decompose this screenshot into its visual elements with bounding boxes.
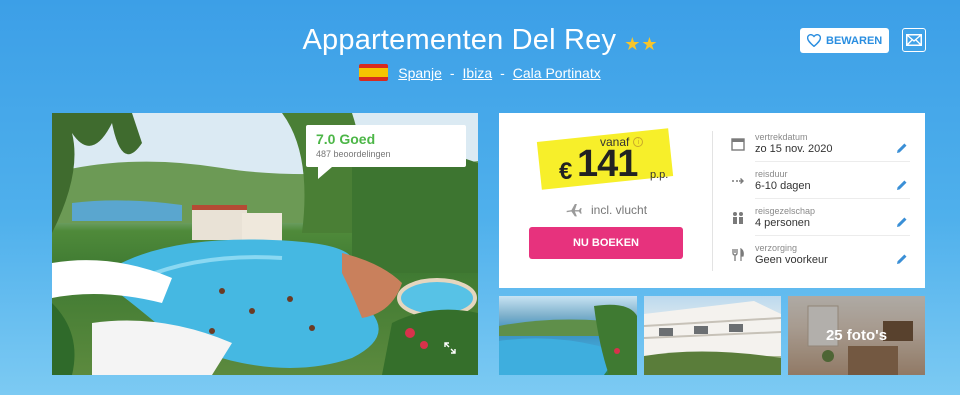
edit-pencil-icon[interactable]	[896, 179, 908, 191]
star-icon: ★	[624, 33, 641, 54]
rating-score: 7.0 Goed	[316, 131, 376, 147]
spain-flag-icon	[359, 64, 389, 81]
duration-arrow-icon	[732, 178, 744, 184]
review-count: 487 beoordelingen	[316, 149, 391, 159]
detail-value: Geen voorkeur	[755, 254, 828, 266]
save-button[interactable]: BEWAREN	[800, 28, 889, 53]
detail-label: reisduur	[755, 169, 788, 179]
gallery-thumbnail[interactable]	[644, 296, 781, 375]
expand-icon[interactable]	[444, 342, 456, 354]
detail-label: reisgezelschap	[755, 206, 816, 216]
heart-icon	[807, 34, 821, 47]
detail-departure-date[interactable]: vertrekdatum zo 15 nov. 2020	[731, 132, 911, 166]
includes-flight: incl. vlucht	[565, 202, 647, 217]
page-title: Appartementen Del Rey	[302, 24, 617, 56]
edit-pencil-icon[interactable]	[896, 216, 908, 228]
star-icon: ★	[641, 33, 658, 54]
breadcrumb-separator: -	[500, 64, 505, 81]
detail-label: vertrekdatum	[755, 132, 808, 142]
edit-pencil-icon[interactable]	[896, 142, 908, 154]
cutlery-icon	[732, 248, 744, 261]
detail-value: 6-10 dagen	[755, 180, 811, 192]
photo-count-overlay[interactable]: 25 foto's	[788, 296, 925, 375]
breadcrumb-island-link[interactable]: Ibiza	[463, 65, 493, 81]
price-amount: 141	[577, 143, 638, 185]
price-suffix: p.p.	[650, 169, 669, 181]
gallery-thumbnail[interactable]: 25 foto's	[788, 296, 925, 375]
detail-label: verzorging	[755, 243, 798, 253]
detail-travel-party[interactable]: reisgezelschap 4 personen	[731, 206, 911, 240]
email-share-button[interactable]	[902, 28, 926, 52]
breadcrumb-country-link[interactable]: Spanje	[398, 65, 442, 81]
includes-flight-label: incl. vlucht	[591, 202, 648, 217]
booking-panel: vanaf i € 141 p.p. incl. vlucht NU BOEKE…	[499, 113, 925, 288]
save-button-label: BEWAREN	[826, 34, 883, 47]
detail-board-type[interactable]: verzorging Geen voorkeur	[731, 243, 911, 277]
breadcrumb-town-link[interactable]: Cala Portinatx	[513, 65, 601, 81]
mail-icon	[906, 34, 922, 46]
edit-pencil-icon[interactable]	[896, 253, 908, 265]
rating-bubble: 7.0 Goed 487 beoordelingen	[306, 125, 466, 179]
gallery-thumbnail[interactable]	[499, 296, 637, 375]
calendar-icon	[731, 138, 745, 151]
breadcrumb-separator: -	[449, 64, 455, 81]
star-rating: ★ ★	[624, 35, 657, 53]
book-now-button[interactable]: NU BOEKEN	[529, 227, 683, 259]
panel-divider	[712, 131, 713, 271]
people-icon	[733, 212, 743, 224]
detail-duration[interactable]: reisduur 6-10 dagen	[731, 169, 911, 203]
breadcrumb: Spanje - Ibiza - Cala Portinatx	[0, 64, 960, 81]
detail-value: 4 personen	[755, 217, 811, 229]
price-currency: €	[559, 158, 573, 185]
detail-value: zo 15 nov. 2020	[755, 143, 833, 155]
airplane-icon	[566, 204, 582, 217]
